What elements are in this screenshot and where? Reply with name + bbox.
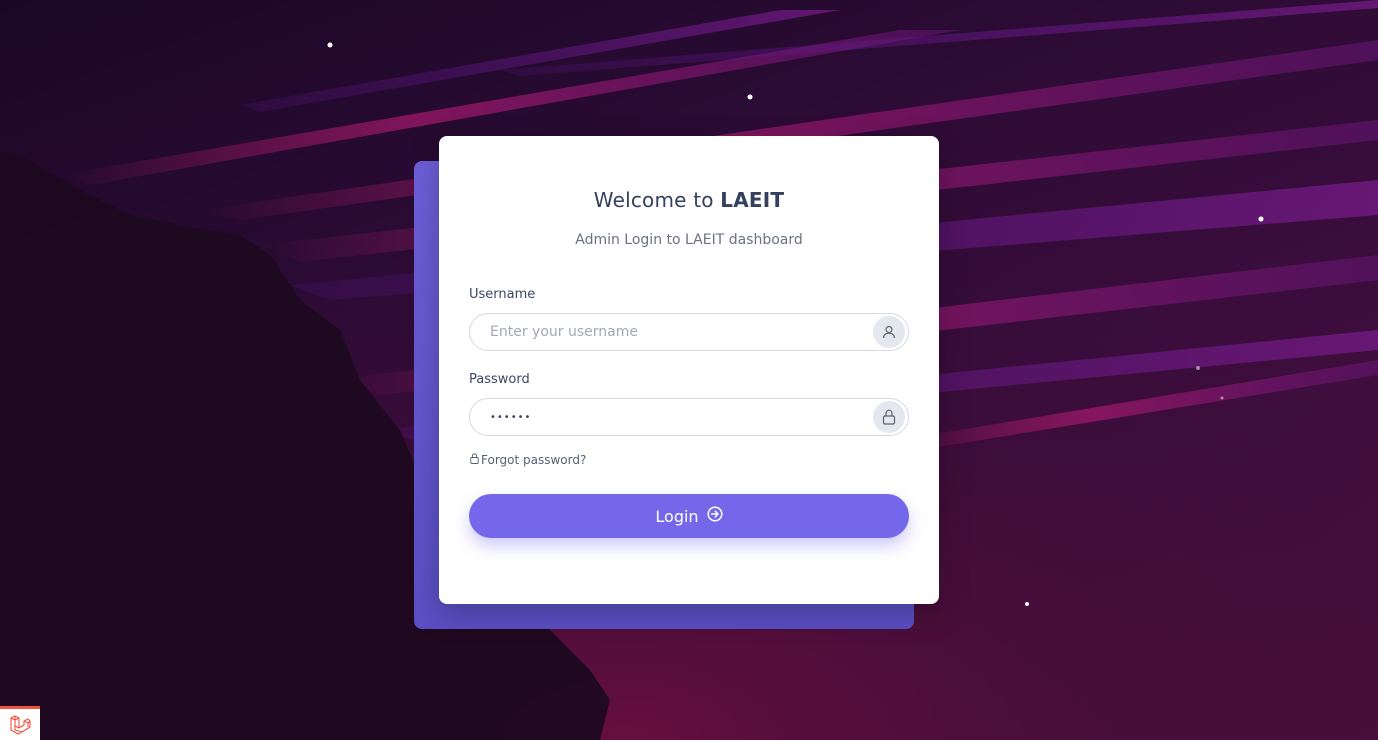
username-label: Username: [469, 287, 536, 302]
login-card: Welcome to LAEIT Admin Login to LAEIT da…: [439, 136, 939, 604]
password-field: [469, 398, 909, 436]
page-subtitle: Admin Login to LAEIT dashboard: [575, 232, 803, 248]
page-title: Welcome to LAEIT: [593, 188, 785, 212]
username-input[interactable]: [490, 314, 870, 350]
login-button-label: Login: [655, 506, 699, 526]
login-button[interactable]: Login: [469, 494, 909, 538]
forgot-password-label: Forgot password?: [481, 453, 587, 467]
arrow-circle-right-icon: [707, 506, 723, 526]
lock-small-icon: [470, 453, 479, 467]
password-label: Password: [469, 372, 530, 387]
login-page: Welcome to LAEIT Admin Login to LAEIT da…: [0, 0, 1378, 740]
brand-name: LAEIT: [720, 188, 785, 212]
lock-icon: [873, 401, 905, 433]
laravel-logo-icon[interactable]: [0, 706, 40, 740]
forgot-password-link[interactable]: Forgot password?: [470, 453, 586, 467]
user-icon: [873, 316, 905, 348]
password-input[interactable]: [490, 399, 870, 435]
username-field: [469, 313, 909, 351]
